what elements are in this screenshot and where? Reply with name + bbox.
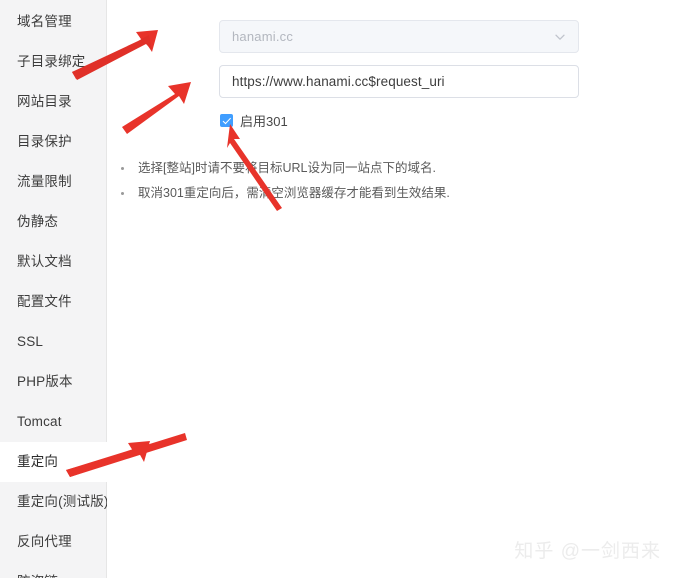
sidebar-item-10[interactable]: PHP版本 [0, 362, 107, 402]
enable-301-label: 启用301 [240, 113, 288, 129]
chevron-down-icon [554, 31, 566, 43]
sidebar-item-6[interactable]: 伪静态 [0, 202, 107, 242]
enable-301-checkbox[interactable] [220, 113, 233, 127]
sidebar-item-9[interactable]: SSL [0, 322, 107, 362]
sidebar-item-12[interactable]: 重定向 [0, 442, 107, 482]
sidebar-item-13[interactable]: 重定向(测试版) [0, 482, 108, 522]
hint-item: 选择[整站]时请不要将目标URL设为同一站点下的域名. [114, 156, 574, 181]
sidebar-item-1[interactable]: 域名管理 [0, 2, 107, 42]
hint-item: 取消301重定向后，需清空浏览器缓存才能看到生效结果. [114, 181, 574, 206]
sidebar-item-4[interactable]: 目录保护 [0, 122, 107, 162]
enable-301-checkbox-row[interactable]: 启用301 [220, 111, 288, 129]
sidebar-item-7[interactable]: 默认文档 [0, 242, 107, 282]
sidebar-item-2[interactable]: 子目录绑定 [0, 42, 107, 82]
sidebar-item-8[interactable]: 配置文件 [0, 282, 107, 322]
app-root: 域名管理 子目录绑定 网站目录 目录保护 流量限制 伪静态 默认文档 配置文件 SSL PHP版本… [0, 0, 679, 578]
target-url-value: https://www.hanami.cc$request_uri [232, 74, 445, 89]
zhihu-watermark: 知乎 @一剑西来 [514, 541, 661, 562]
bullet-icon [121, 192, 124, 195]
sidebar-item-14[interactable]: 反向代理 [0, 522, 107, 562]
sidebar-item-5[interactable]: 流量限制 [0, 162, 107, 202]
redirect-settings-panel: 访问域名 hanami.cc 目标URL https://www.hanami.… [107, 0, 679, 578]
sidebar-item-15[interactable]: 防盗链 [0, 562, 107, 578]
hint-list: 选择[整站]时请不要将目标URL设为同一站点下的域名. 取消301重定向后，需清空… [114, 156, 574, 206]
access-domain-select[interactable]: hanami.cc [219, 20, 579, 53]
access-domain-value: hanami.cc [232, 29, 294, 44]
sidebar-item-11[interactable]: Tomcat [0, 402, 107, 442]
bullet-icon [121, 167, 124, 170]
hint-text: 取消301重定向后，需清空浏览器缓存才能看到生效结果. [138, 186, 450, 200]
settings-sidebar: 域名管理 子目录绑定 网站目录 目录保护 流量限制 伪静态 默认文档 配置文件 SSL PHP版本… [0, 0, 108, 578]
target-url-input[interactable]: https://www.hanami.cc$request_uri [219, 65, 579, 98]
hint-text: 选择[整站]时请不要将目标URL设为同一站点下的域名. [138, 161, 436, 175]
sidebar-item-3[interactable]: 网站目录 [0, 82, 107, 122]
